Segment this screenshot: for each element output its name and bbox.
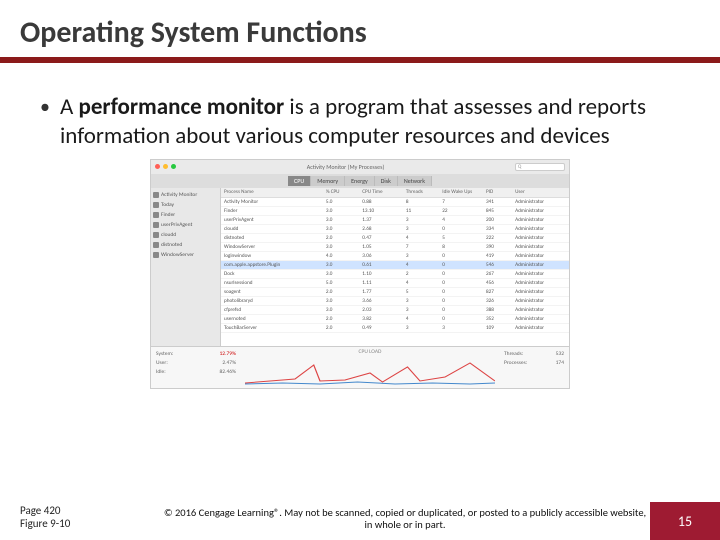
window-titlebar: Activity Monitor (My Processes) Q	[151, 160, 569, 174]
table-row: nsurlsessiond5.01.1140456Administrator	[221, 279, 569, 288]
bullet-marker: •	[40, 97, 50, 117]
summary-bar: System:12.79% User:2.47% Idle:82.46% CPU…	[151, 346, 569, 389]
process-table: Process Name % CPU CPU Time Threads Idle…	[221, 188, 569, 346]
tab-energy: Energy	[345, 176, 375, 186]
tab-cpu: CPU	[288, 176, 311, 186]
table-row: loginwindow4.03.0630419Administrator	[221, 252, 569, 261]
table-row: com.apple.appstore.Plugin3.00.6140546Adm…	[221, 261, 569, 270]
zoom-icon	[171, 164, 176, 169]
activity-monitor-screenshot: Activity Monitor (My Processes) Q CPU Me…	[150, 159, 570, 389]
minimize-icon	[163, 164, 168, 169]
table-row: cloudd3.02.6830334Administrator	[221, 225, 569, 234]
copyright-text: © 2016 Cengage Learning®. May not be sca…	[160, 507, 650, 540]
table-row: Finder3.013.101122845Administrator	[221, 207, 569, 216]
window-title: Activity Monitor (My Processes)	[179, 163, 512, 171]
table-row: WindowServer3.01.0578390Administrator	[221, 243, 569, 252]
page-reference: Page 420 Figure 9-10	[0, 504, 160, 540]
sidebar: Activity Monitor Today Finder userPrivAg…	[151, 188, 221, 346]
tab-network: Network	[398, 176, 432, 186]
slide-title: Operating System Functions	[20, 14, 700, 51]
bullet-text: A performance monitor is a program that …	[60, 93, 680, 151]
search-input: Q	[515, 163, 565, 171]
bullet-item: • A performance monitor is a program tha…	[40, 93, 680, 151]
tab-bar: CPU Memory Energy Disk Network	[151, 174, 569, 188]
cpu-load-graph: CPU LOAD	[241, 347, 499, 389]
table-row: Activity Monitor5.00.8887341Administrato…	[221, 198, 569, 207]
table-row: distnoted2.00.4745222Administrator	[221, 234, 569, 243]
table-row: photolibraryd3.03.6630326Administrator	[221, 297, 569, 306]
table-row: TouchBarServer2.00.4933109Administrator	[221, 324, 569, 333]
tab-disk: Disk	[375, 176, 398, 186]
table-row: usernoted2.03.8240352Administrator	[221, 315, 569, 324]
table-row: userPrivAgent3.01.3734200Administrator	[221, 216, 569, 225]
table-row: Dock3.01.1020267Administrator	[221, 270, 569, 279]
close-icon	[155, 164, 160, 169]
slide-number: 15	[650, 502, 720, 540]
tab-memory: Memory	[311, 176, 345, 186]
table-row: soagent2.01.7750827Administrator	[221, 288, 569, 297]
table-row: cfprefsd3.02.0330388Administrator	[221, 306, 569, 315]
